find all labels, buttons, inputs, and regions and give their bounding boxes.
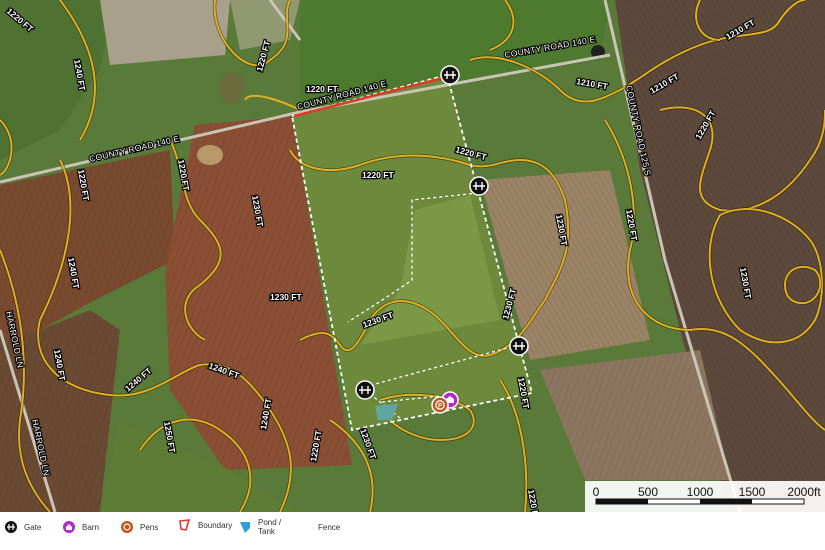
scale-bar: 0 500 1000 1500 2000ft xyxy=(585,481,825,512)
legend-item-fence: Fence xyxy=(298,520,340,534)
legend-label: Boundary xyxy=(198,520,233,530)
scale-tick-label: 0 xyxy=(593,485,600,499)
pens-icon xyxy=(121,521,133,533)
legend-label: Pond / Tank xyxy=(258,518,282,536)
boundary-icon xyxy=(179,519,191,531)
legend-label: Barn xyxy=(82,522,99,532)
legend-item-pens: Pens xyxy=(120,520,158,534)
gate-icon[interactable] xyxy=(440,65,460,85)
legend-item-boundary: Boundary xyxy=(178,518,232,532)
barn-icon xyxy=(63,521,75,533)
scale-tick-label: 2000ft xyxy=(787,485,821,499)
contour-label: 1220 FT xyxy=(362,170,394,180)
gate-icon[interactable] xyxy=(509,336,529,356)
scale-tick-label: 500 xyxy=(638,485,658,499)
scale-tick-label: 1000 xyxy=(687,485,714,499)
contour-label: 1230 FT xyxy=(270,292,302,302)
gate-icon[interactable] xyxy=(355,380,375,400)
pens-icon[interactable]: P xyxy=(431,396,449,414)
gate-icon xyxy=(5,521,17,533)
legend-item-gate: Gate xyxy=(4,520,41,534)
legend-label: Fence xyxy=(318,522,341,532)
scale-tick-label: 1500 xyxy=(739,485,766,499)
legend-item-barn: Barn xyxy=(62,520,99,534)
map-legend: Gate Barn Pens Boundary Pond / Tank Fenc… xyxy=(0,512,825,550)
satellite-map[interactable]: 1220 FT 1220 FT 1220 FT 1220 FT 1240 FT … xyxy=(0,0,825,512)
legend-label: Gate xyxy=(24,522,42,532)
legend-item-pond: Pond / Tank xyxy=(238,518,292,536)
map-canvas: 1220 FT 1220 FT 1220 FT 1220 FT 1240 FT … xyxy=(0,0,825,512)
gate-icon[interactable] xyxy=(469,176,489,196)
fence-icon xyxy=(299,526,311,528)
svg-text:P: P xyxy=(438,404,442,410)
legend-label: Pens xyxy=(140,522,159,532)
pond-icon xyxy=(240,522,250,533)
